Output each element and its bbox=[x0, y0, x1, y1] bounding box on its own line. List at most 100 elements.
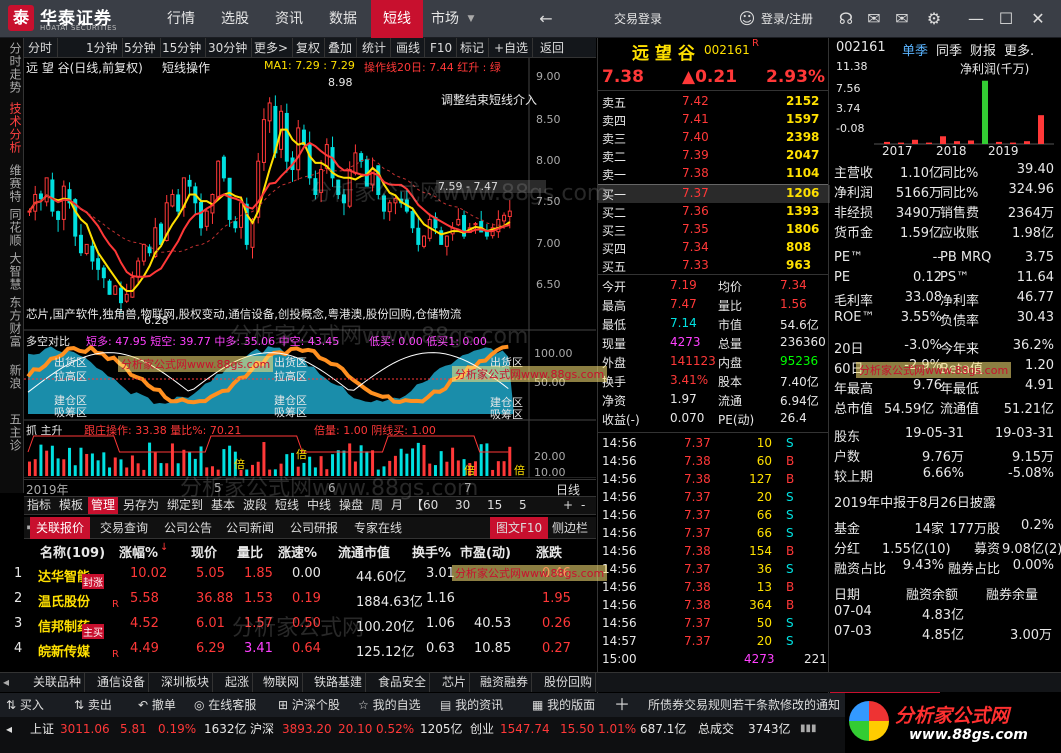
chart-mode[interactable]: 短线操作 bbox=[162, 59, 210, 76]
strip-prev-icon[interactable]: ◂ bbox=[0, 673, 12, 692]
tab-trade-query[interactable]: 交易查询 bbox=[94, 517, 154, 539]
toolbar-draw[interactable]: 画线 bbox=[392, 38, 426, 58]
remove-indicator-icon[interactable]: - bbox=[578, 497, 588, 514]
toolbar-add-watch[interactable]: +自选 bbox=[490, 38, 534, 58]
nav-data[interactable]: 数据 bbox=[317, 0, 369, 38]
sector-tag[interactable]: 芯片 bbox=[439, 673, 471, 692]
gear-icon[interactable]: ⚙ bbox=[921, 0, 947, 38]
vtab-intraday[interactable]: 分时走势 bbox=[0, 40, 24, 96]
indicator-tab[interactable]: 5 bbox=[516, 497, 530, 514]
trade-login-button[interactable]: 交易登录 bbox=[600, 0, 676, 38]
sector-tag[interactable]: 铁路基建 bbox=[311, 673, 367, 692]
indicator-tab[interactable]: 管理 bbox=[88, 497, 119, 514]
sector-tag[interactable]: 深圳板块 bbox=[158, 673, 214, 692]
stock-name-cell[interactable]: 温氏股份 bbox=[38, 591, 90, 610]
tab-sidebar[interactable]: 侧边栏 bbox=[546, 517, 594, 539]
tab-related-quotes[interactable]: 关联报价 bbox=[30, 517, 91, 539]
vtab-dazhihui[interactable]: 大智慧 bbox=[0, 250, 24, 292]
col-header[interactable]: 名称(109) bbox=[40, 542, 105, 561]
indicator-tab[interactable]: 中线 bbox=[304, 497, 334, 514]
nav-stock-picker[interactable]: 选股 bbox=[209, 0, 261, 38]
vtab-tonghuashun[interactable]: 同花顺 bbox=[0, 206, 24, 248]
ticker-message[interactable]: 所债券交易规则若干条款修改的通知 bbox=[648, 693, 840, 717]
tab-company-news[interactable]: 公司新闻 bbox=[220, 517, 280, 539]
indicator-tab[interactable]: 15 bbox=[484, 497, 505, 514]
minimize-icon[interactable]: — bbox=[963, 0, 989, 38]
sector-tag[interactable]: 关联品种 bbox=[30, 673, 86, 692]
toolbar-15min[interactable]: 15分钟 bbox=[158, 38, 207, 58]
col-header[interactable]: 量比 bbox=[237, 542, 263, 561]
col-header[interactable]: 涨速% bbox=[278, 542, 317, 561]
login-register-link[interactable]: 登录/注册 bbox=[757, 0, 817, 38]
maximize-icon[interactable]: ☐ bbox=[993, 0, 1019, 38]
toolbar-intraday[interactable]: 分时 bbox=[24, 38, 58, 58]
nav-news[interactable]: 资讯 bbox=[263, 0, 315, 38]
nav-markets[interactable]: 市场 bbox=[425, 0, 465, 38]
vtab-eastmoney[interactable]: 东方财富 bbox=[0, 294, 24, 350]
col-header[interactable]: 换手% bbox=[412, 542, 451, 561]
toolbar-more[interactable]: 更多> bbox=[250, 38, 294, 58]
status-indicator-icon[interactable]: ▮▮▮ bbox=[800, 719, 817, 739]
col-header[interactable]: 涨跌 bbox=[536, 542, 562, 561]
add-indicator-icon[interactable]: + bbox=[560, 497, 576, 514]
col-header[interactable]: 市盈(动) bbox=[460, 542, 511, 561]
buy-button[interactable]: ⇅ 买入 bbox=[6, 693, 44, 717]
sector-tag[interactable]: 食品安全 bbox=[375, 673, 431, 692]
kline-chart-area[interactable]: 远 望 谷(日线,前复权) 短线操作 MA1: 7.29 : 7.29 操作线2… bbox=[24, 58, 596, 479]
col-header[interactable]: 涨幅% bbox=[119, 542, 158, 561]
my-layout-button[interactable]: ▦ 我的版面 bbox=[532, 693, 595, 717]
indicator-tab[interactable]: 短线 bbox=[272, 497, 302, 514]
indicator-tab[interactable]: 周 bbox=[368, 497, 386, 514]
indicator-tab[interactable]: 另存为 bbox=[120, 497, 162, 514]
sector-tag[interactable]: 起涨 bbox=[222, 673, 254, 692]
nav-short-term[interactable]: 短线 bbox=[371, 0, 423, 38]
tab-announcements[interactable]: 公司公告 bbox=[158, 517, 218, 539]
my-watchlist-button[interactable]: ☆ 我的自选 bbox=[358, 693, 421, 717]
toolbar-f10[interactable]: F10 bbox=[426, 38, 458, 58]
toolbar-mark[interactable]: 标记 bbox=[456, 38, 490, 58]
toolbar-30min[interactable]: 30分钟 bbox=[204, 38, 253, 58]
vtab-weisaite[interactable]: 维赛特 bbox=[0, 162, 24, 204]
indicator-tab[interactable]: 模板 bbox=[56, 497, 86, 514]
chevron-down-icon[interactable]: ▼ bbox=[462, 0, 480, 38]
indicator-tab[interactable]: 指标 bbox=[24, 497, 54, 514]
online-service-button[interactable]: ◎ 在线客服 bbox=[194, 693, 256, 717]
vtab-sina[interactable]: 新浪 bbox=[0, 356, 24, 398]
indicator-tab[interactable]: 绑定到 bbox=[164, 497, 206, 514]
tab-f10-text[interactable]: 图文F10 bbox=[490, 517, 549, 539]
col-header[interactable]: 流通市值 bbox=[338, 542, 390, 561]
tab-single-quarter[interactable]: 单季 bbox=[902, 40, 928, 59]
indicator-tab[interactable]: 基本 bbox=[208, 497, 238, 514]
sector-tag[interactable]: 融资融券 bbox=[477, 673, 533, 692]
tab-more[interactable]: 更多. bbox=[1004, 40, 1034, 59]
toolbar-stats[interactable]: 统计 bbox=[358, 38, 392, 58]
close-icon[interactable]: ✕ bbox=[1025, 0, 1051, 38]
sector-tag[interactable]: 物联网 bbox=[260, 673, 304, 692]
sector-tag[interactable]: 股份回购 bbox=[541, 673, 597, 692]
indicator-tab[interactable]: 【60 bbox=[408, 497, 441, 514]
toolbar-adjust[interactable]: 复权 bbox=[292, 38, 326, 58]
mail-icon[interactable]: ✉ bbox=[889, 0, 915, 38]
toolbar-1min[interactable]: 1分钟 bbox=[82, 38, 123, 58]
vtab-technical[interactable]: 技术分析 bbox=[0, 98, 24, 158]
vtab-diagnosis[interactable]: 五主诊 bbox=[0, 404, 24, 460]
hs-stocks-button[interactable]: ⊞ 沪深个股 bbox=[278, 693, 340, 717]
indicator-tab[interactable]: 操盘 bbox=[336, 497, 366, 514]
nav-market[interactable]: 行情 bbox=[155, 0, 207, 38]
add-icon[interactable]: ＋ bbox=[614, 693, 630, 717]
tab-financial-report[interactable]: 财报 bbox=[970, 40, 996, 59]
indicator-tab[interactable]: 30 bbox=[452, 497, 473, 514]
indicator-tab[interactable]: 波段 bbox=[240, 497, 270, 514]
tab-company-research[interactable]: 公司研报 bbox=[284, 517, 344, 539]
tab-expert-online[interactable]: 专家在线 bbox=[348, 517, 408, 539]
back-arrow-icon[interactable]: ← bbox=[533, 0, 559, 38]
sell-button[interactable]: ⇅ 卖出 bbox=[74, 693, 112, 717]
toolbar-5min[interactable]: 5分钟 bbox=[120, 38, 161, 58]
my-news-button[interactable]: ▤ 我的资讯 bbox=[440, 693, 503, 717]
indicator-tab[interactable]: 月 bbox=[388, 497, 406, 514]
message-icon[interactable]: ✉ bbox=[861, 0, 887, 38]
toolbar-back[interactable]: 返回 bbox=[536, 38, 568, 58]
tab-same-quarter[interactable]: 同季 bbox=[936, 40, 962, 59]
col-header[interactable]: 现价 bbox=[191, 542, 217, 561]
headset-icon[interactable]: ☊ bbox=[833, 0, 859, 38]
